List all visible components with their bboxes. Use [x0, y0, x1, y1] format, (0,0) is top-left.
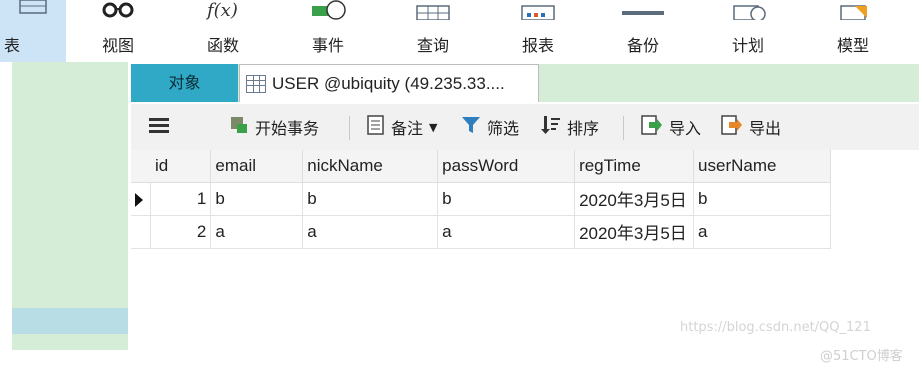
cell-nickname[interactable]: b [302, 182, 439, 216]
ribbon-model-button[interactable]: 模型 [820, 0, 886, 62]
table-row[interactable]: 1 b b b 2020年3月5日 b [131, 182, 831, 216]
ribbon-query-button[interactable]: 查询 [400, 0, 466, 62]
ribbon-view-label: 视图 [101, 36, 134, 55]
ribbon-function-button[interactable]: f(x) 函数 [190, 0, 256, 62]
filter-label: 筛选 [487, 119, 520, 138]
function-icon: f(x) [203, 0, 243, 24]
ribbon-query-label: 查询 [416, 36, 449, 55]
table-toolbar: 开始事务 备注 ▼ 筛选 排序 导入 导出 [131, 104, 919, 150]
column-header-email[interactable]: email [210, 150, 304, 183]
table-icon [18, 0, 48, 24]
export-icon [721, 115, 743, 139]
ribbon-schedule-label: 计划 [731, 36, 764, 55]
grid-header-row: id email nickName passWord regTime userN… [131, 150, 831, 183]
current-row-arrow-icon [135, 192, 143, 207]
menu-button[interactable] [149, 104, 169, 150]
tab-objects[interactable]: 对象 [131, 64, 238, 102]
row-header-corner [131, 150, 151, 183]
cell-regtime[interactable]: 2020年3月5日 [574, 182, 695, 216]
tab-user-table-label: USER @ubiquity (49.235.33.... [272, 73, 505, 93]
filter-button[interactable]: 筛选 [461, 104, 519, 150]
tab-user-table[interactable]: USER @ubiquity (49.235.33.... [239, 64, 539, 102]
ribbon-view-button[interactable]: 视图 [86, 0, 150, 62]
query-icon [413, 0, 453, 24]
cell-username[interactable]: a [693, 215, 831, 249]
sort-label: 排序 [567, 119, 600, 138]
toolbar-divider [349, 116, 350, 140]
cell-email[interactable]: a [210, 215, 304, 249]
table-row[interactable]: 2 a a a 2020年3月5日 a [131, 215, 831, 249]
toolbar-divider [623, 116, 624, 140]
schedule-icon [728, 0, 768, 24]
row-selector[interactable] [131, 182, 152, 216]
ribbon-table-label: 表 [4, 36, 21, 55]
begin-transaction-label: 开始事务 [255, 119, 320, 138]
import-label: 导入 [669, 119, 702, 138]
cell-nickname[interactable]: a [302, 215, 439, 249]
ribbon-model-label: 模型 [836, 36, 869, 55]
data-grid[interactable]: id email nickName passWord regTime userN… [131, 150, 831, 249]
note-button[interactable]: 备注 ▼ [367, 104, 437, 150]
object-navigator-panel[interactable] [12, 62, 128, 350]
cell-regtime[interactable]: 2020年3月5日 [574, 215, 695, 249]
column-header-regtime[interactable]: regTime [574, 150, 695, 183]
import-button[interactable]: 导入 [641, 104, 701, 150]
tab-strip: 对象 USER @ubiquity (49.235.33.... [131, 64, 919, 102]
ribbon-event-label: 事件 [311, 36, 344, 55]
ribbon-table-button[interactable]: 表 [0, 0, 66, 62]
sort-button[interactable]: 排序 [541, 104, 599, 150]
cell-username[interactable]: b [693, 182, 831, 216]
report-icon [518, 0, 558, 24]
cell-password[interactable]: b [437, 182, 576, 216]
ribbon-event-button[interactable]: 事件 [295, 0, 361, 62]
table-icon [246, 74, 266, 93]
column-header-password[interactable]: passWord [437, 150, 576, 183]
column-header-nickname[interactable]: nickName [302, 150, 439, 183]
svg-text:f(x): f(x) [205, 0, 238, 20]
event-clock-icon [308, 0, 348, 24]
backup-icon [618, 0, 668, 24]
note-label: 备注 [391, 119, 424, 138]
column-header-id[interactable]: id [150, 150, 212, 183]
ribbon-report-label: 报表 [521, 36, 554, 55]
export-button[interactable]: 导出 [721, 104, 781, 150]
sort-icon [541, 115, 561, 139]
ribbon-function-label: 函数 [206, 36, 239, 55]
navigator-selected-row[interactable] [12, 308, 128, 334]
ribbon-report-button[interactable]: 报表 [505, 0, 571, 62]
glasses-icon [98, 0, 138, 24]
site-watermark: @51CTO博客 [820, 349, 903, 364]
cell-email[interactable]: b [210, 182, 304, 216]
ribbon-schedule-button[interactable]: 计划 [715, 0, 781, 62]
hamburger-icon [149, 117, 169, 137]
model-icon [833, 0, 873, 24]
ribbon-backup-button[interactable]: 备份 [610, 0, 676, 62]
blog-watermark: https://blog.csdn.net/QQ_121 [680, 320, 871, 335]
export-label: 导出 [749, 119, 782, 138]
filter-icon [461, 115, 481, 139]
begin-transaction-button[interactable]: 开始事务 [229, 104, 319, 150]
transaction-icon [229, 115, 249, 139]
cell-id[interactable]: 2 [150, 215, 212, 249]
ribbon-backup-label: 备份 [626, 36, 659, 55]
row-selector[interactable] [131, 215, 152, 249]
column-header-username[interactable]: userName [693, 150, 831, 183]
import-icon [641, 115, 663, 139]
note-icon [367, 115, 385, 139]
cell-password[interactable]: a [437, 215, 576, 249]
chevron-down-icon: ▼ [429, 120, 438, 134]
main-ribbon: 表 视图 f(x) 函数 事件 查询 报表 备份 计划 模型 [0, 0, 919, 62]
cell-id[interactable]: 1 [150, 182, 212, 216]
